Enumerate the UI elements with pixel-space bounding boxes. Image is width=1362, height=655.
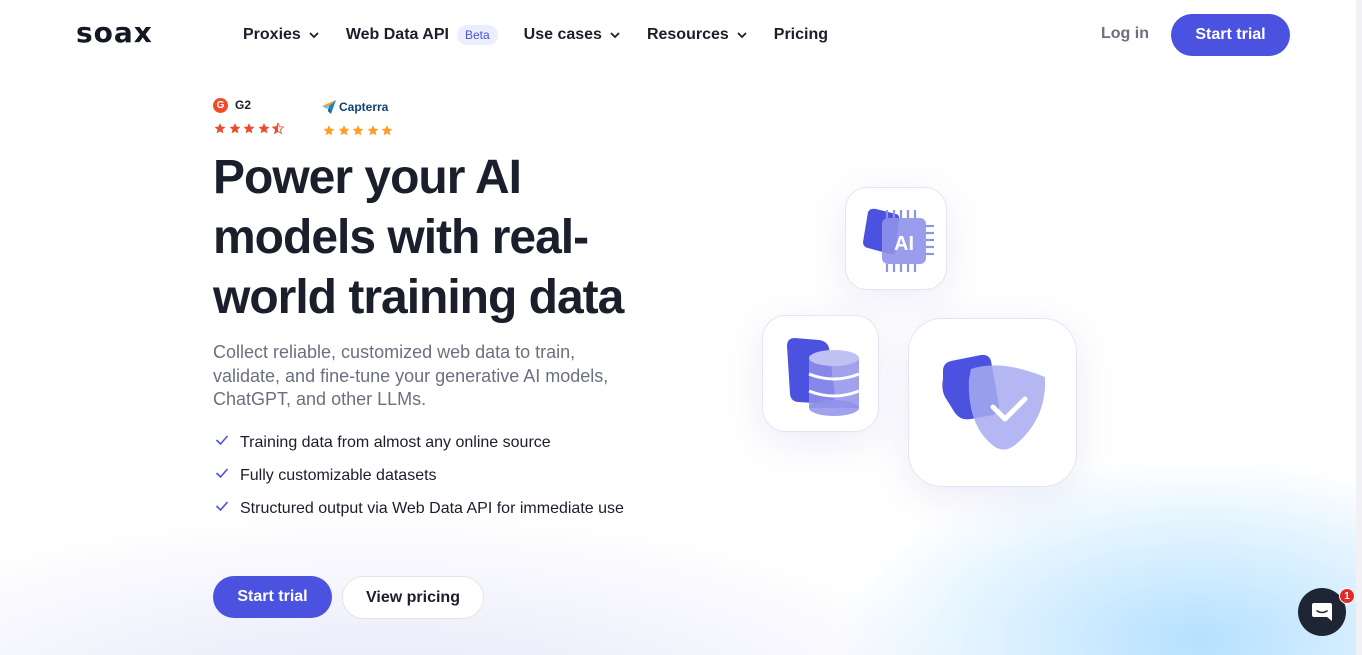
ai-chip-card: AI bbox=[845, 187, 947, 290]
star-icon bbox=[367, 125, 378, 136]
half-star-icon bbox=[271, 122, 285, 135]
capterra-logo-icon bbox=[322, 100, 336, 114]
site-header: soax Proxies Web Data API Beta Use cases… bbox=[0, 0, 1356, 68]
scrollbar[interactable] bbox=[1356, 0, 1362, 655]
hero-subtitle: Collect reliable, customized web data to… bbox=[213, 342, 609, 409]
feature-list: Training data from almost any online sou… bbox=[213, 431, 633, 530]
capterra-rating[interactable]: Capterra bbox=[322, 99, 402, 136]
feature-item: Structured output via Web Data API for i… bbox=[213, 497, 633, 521]
database-icon bbox=[787, 338, 860, 416]
hero-start-trial-button[interactable]: Start trial bbox=[213, 576, 332, 618]
star-icon bbox=[243, 123, 255, 134]
ai-chip-icon: AI bbox=[863, 208, 934, 272]
check-icon bbox=[215, 435, 229, 446]
nav-item-use-cases[interactable]: Use cases bbox=[524, 24, 621, 46]
check-icon bbox=[215, 468, 229, 479]
beta-badge: Beta bbox=[456, 25, 498, 45]
feature-text: Structured output via Web Data API for i… bbox=[240, 500, 624, 517]
check-icon bbox=[215, 501, 229, 512]
nav-item-label: Use cases bbox=[523, 26, 602, 43]
nav-item-resources[interactable]: Resources bbox=[647, 24, 748, 46]
chevron-down-icon bbox=[610, 32, 620, 39]
chevron-down-icon bbox=[309, 32, 319, 39]
feature-item: Training data from almost any online sou… bbox=[213, 431, 633, 455]
capterra-stars bbox=[322, 124, 395, 137]
nav-item-label: Web Data API bbox=[345, 26, 449, 43]
feature-item: Fully customizable datasets bbox=[213, 464, 633, 488]
g2-stars bbox=[213, 122, 286, 135]
ai-chip-label: AI bbox=[894, 233, 914, 255]
nav-item-pricing[interactable]: Pricing bbox=[774, 24, 828, 46]
view-pricing-button[interactable]: View pricing bbox=[342, 576, 484, 619]
star-icon bbox=[381, 125, 393, 136]
capterra-label: Capterra bbox=[339, 100, 389, 114]
chat-unread-badge: 1 bbox=[1339, 588, 1355, 604]
main-nav: Proxies Web Data API Beta Use cases Reso… bbox=[243, 24, 854, 46]
star-icon bbox=[229, 123, 240, 134]
feature-text: Training data from almost any online sou… bbox=[240, 434, 551, 451]
nav-item-label: Proxies bbox=[243, 26, 301, 43]
shield-check-icon bbox=[942, 354, 1046, 450]
nav-item-label: Pricing bbox=[773, 26, 828, 43]
chevron-down-icon bbox=[737, 32, 747, 39]
nav-item-label: Resources bbox=[646, 26, 729, 43]
header-start-trial-button[interactable]: Start trial bbox=[1171, 14, 1290, 56]
nav-item-proxies[interactable]: Proxies bbox=[243, 24, 320, 46]
soax-logo[interactable]: soax bbox=[76, 16, 153, 49]
feature-text: Fully customizable datasets bbox=[240, 467, 437, 484]
nav-item-web-data-api[interactable]: Web Data API Beta bbox=[346, 24, 498, 46]
star-icon bbox=[338, 125, 349, 136]
database-card bbox=[762, 315, 879, 432]
g2-label: G2 bbox=[235, 98, 252, 112]
star-icon bbox=[352, 125, 364, 136]
background-gradient bbox=[0, 0, 1362, 655]
star-icon bbox=[214, 123, 226, 134]
g2-logo-icon: G bbox=[213, 97, 228, 113]
hero-cta-row: Start trial View pricing bbox=[213, 576, 484, 619]
hero-title: Power your AI models with real-world tra… bbox=[213, 151, 624, 324]
g2-rating[interactable]: G G2 bbox=[213, 97, 293, 135]
login-link[interactable]: Log in bbox=[1101, 25, 1149, 43]
star-icon bbox=[323, 125, 335, 136]
star-icon bbox=[258, 123, 269, 134]
chat-icon bbox=[1312, 603, 1332, 621]
shield-card bbox=[908, 318, 1077, 487]
